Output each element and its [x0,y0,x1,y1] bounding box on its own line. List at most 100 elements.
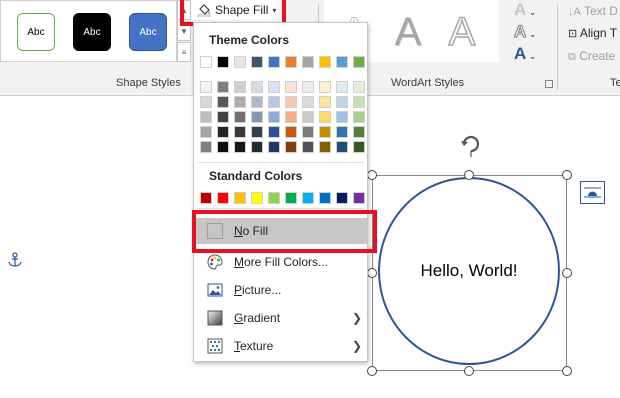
theme-shade-swatch[interactable] [234,96,246,108]
theme-shade-swatch[interactable] [200,126,212,138]
theme-color-swatch[interactable] [302,56,314,68]
resize-handle[interactable] [464,170,474,180]
layout-options-button[interactable] [580,181,605,204]
wordart-preset[interactable]: A [390,10,426,54]
theme-shade-swatch[interactable] [336,96,348,108]
texture-label: Texture [234,339,274,353]
theme-color-swatch[interactable] [200,56,212,68]
resize-handle[interactable] [367,366,377,376]
theme-color-swatch[interactable] [268,56,280,68]
theme-shade-swatch[interactable] [268,96,280,108]
rotate-handle-icon[interactable] [458,131,484,157]
theme-shade-swatch[interactable] [336,81,348,93]
texture-item[interactable]: Texture ❯ [195,333,367,359]
standard-color-swatch[interactable] [251,192,263,204]
shape-style-preset[interactable]: Abc [17,13,55,51]
theme-shade-swatch[interactable] [319,126,331,138]
resize-handle[interactable] [562,366,572,376]
theme-shade-swatch[interactable] [353,141,365,153]
text-fill-icon[interactable]: A ⌄ [514,0,536,20]
theme-shade-swatch[interactable] [200,111,212,123]
gradient-item[interactable]: Gradient ❯ [195,305,367,331]
theme-color-swatch[interactable] [319,56,331,68]
resize-handle[interactable] [562,268,572,278]
shape-style-preset[interactable]: Abc [73,13,111,51]
theme-shade-swatch[interactable] [268,81,280,93]
text-effects-icon[interactable]: A ⌄ [514,44,536,64]
theme-shade-swatch[interactable] [336,111,348,123]
standard-color-swatch[interactable] [200,192,212,204]
standard-color-swatch[interactable] [319,192,331,204]
create-link-button[interactable]: ⧉ Create [568,49,615,64]
theme-shade-swatch[interactable] [217,96,229,108]
theme-shade-swatch[interactable] [234,81,246,93]
theme-shade-swatch[interactable] [234,111,246,123]
theme-shade-swatch[interactable] [285,141,297,153]
standard-color-swatch[interactable] [285,192,297,204]
theme-shade-swatch[interactable] [268,126,280,138]
theme-color-swatch[interactable] [285,56,297,68]
shape-text[interactable]: Hello, World! [421,261,518,281]
theme-shade-swatch[interactable] [302,141,314,153]
standard-color-swatch[interactable] [353,192,365,204]
dialog-launcher-icon[interactable] [545,80,553,88]
theme-color-swatch[interactable] [217,56,229,68]
anchor-icon[interactable] [7,252,23,268]
shape-style-preset[interactable]: Abc [129,13,167,51]
standard-color-swatch[interactable] [217,192,229,204]
theme-shade-swatch[interactable] [319,96,331,108]
theme-shade-swatch[interactable] [319,81,331,93]
theme-shade-swatch[interactable] [285,96,297,108]
picture-item[interactable]: Picture... [195,277,367,303]
theme-color-swatch[interactable] [251,56,263,68]
theme-shade-swatch[interactable] [302,81,314,93]
theme-shade-swatch[interactable] [251,111,263,123]
theme-shade-swatch[interactable] [200,141,212,153]
resize-handle[interactable] [367,170,377,180]
theme-shade-swatch[interactable] [353,81,365,93]
theme-shade-swatch[interactable] [251,81,263,93]
wordart-preset[interactable]: A [444,9,480,55]
theme-shade-swatch[interactable] [251,126,263,138]
theme-shade-swatch[interactable] [302,126,314,138]
theme-shade-swatch[interactable] [285,81,297,93]
text-outline-icon[interactable]: A ⌄ [514,22,536,42]
standard-color-swatch[interactable] [302,192,314,204]
theme-shade-swatch[interactable] [319,141,331,153]
theme-shade-swatch[interactable] [251,141,263,153]
theme-shade-swatch[interactable] [217,111,229,123]
gallery-more-button[interactable]: ≡ [177,42,191,62]
theme-color-swatch[interactable] [336,56,348,68]
theme-shade-swatch[interactable] [302,96,314,108]
theme-shade-swatch[interactable] [285,111,297,123]
standard-color-swatch[interactable] [336,192,348,204]
theme-shade-swatch[interactable] [302,111,314,123]
theme-shade-swatch[interactable] [217,126,229,138]
theme-shade-swatch[interactable] [285,126,297,138]
theme-shade-swatch[interactable] [268,141,280,153]
theme-shade-swatch[interactable] [353,126,365,138]
theme-shade-swatch[interactable] [251,96,263,108]
theme-shade-swatch[interactable] [234,126,246,138]
standard-color-swatch[interactable] [268,192,280,204]
align-text-button[interactable]: ⊡ Align T [568,26,617,40]
resize-handle[interactable] [464,366,474,376]
theme-shade-swatch[interactable] [353,96,365,108]
theme-color-swatch[interactable] [234,56,246,68]
theme-shade-swatch[interactable] [217,141,229,153]
theme-shade-swatch[interactable] [336,141,348,153]
theme-shade-swatch[interactable] [268,111,280,123]
theme-shade-swatch[interactable] [217,81,229,93]
theme-color-swatch[interactable] [353,56,365,68]
theme-shade-swatch[interactable] [234,141,246,153]
resize-handle[interactable] [367,268,377,278]
resize-handle[interactable] [562,170,572,180]
theme-shade-swatch[interactable] [319,111,331,123]
theme-shade-swatch[interactable] [200,81,212,93]
circle-shape[interactable]: Hello, World! [378,177,560,365]
theme-shade-swatch[interactable] [336,126,348,138]
standard-color-swatch[interactable] [234,192,246,204]
theme-shade-swatch[interactable] [200,96,212,108]
theme-shade-swatch[interactable] [353,111,365,123]
text-direction-button[interactable]: ↓A Text D [568,4,618,18]
